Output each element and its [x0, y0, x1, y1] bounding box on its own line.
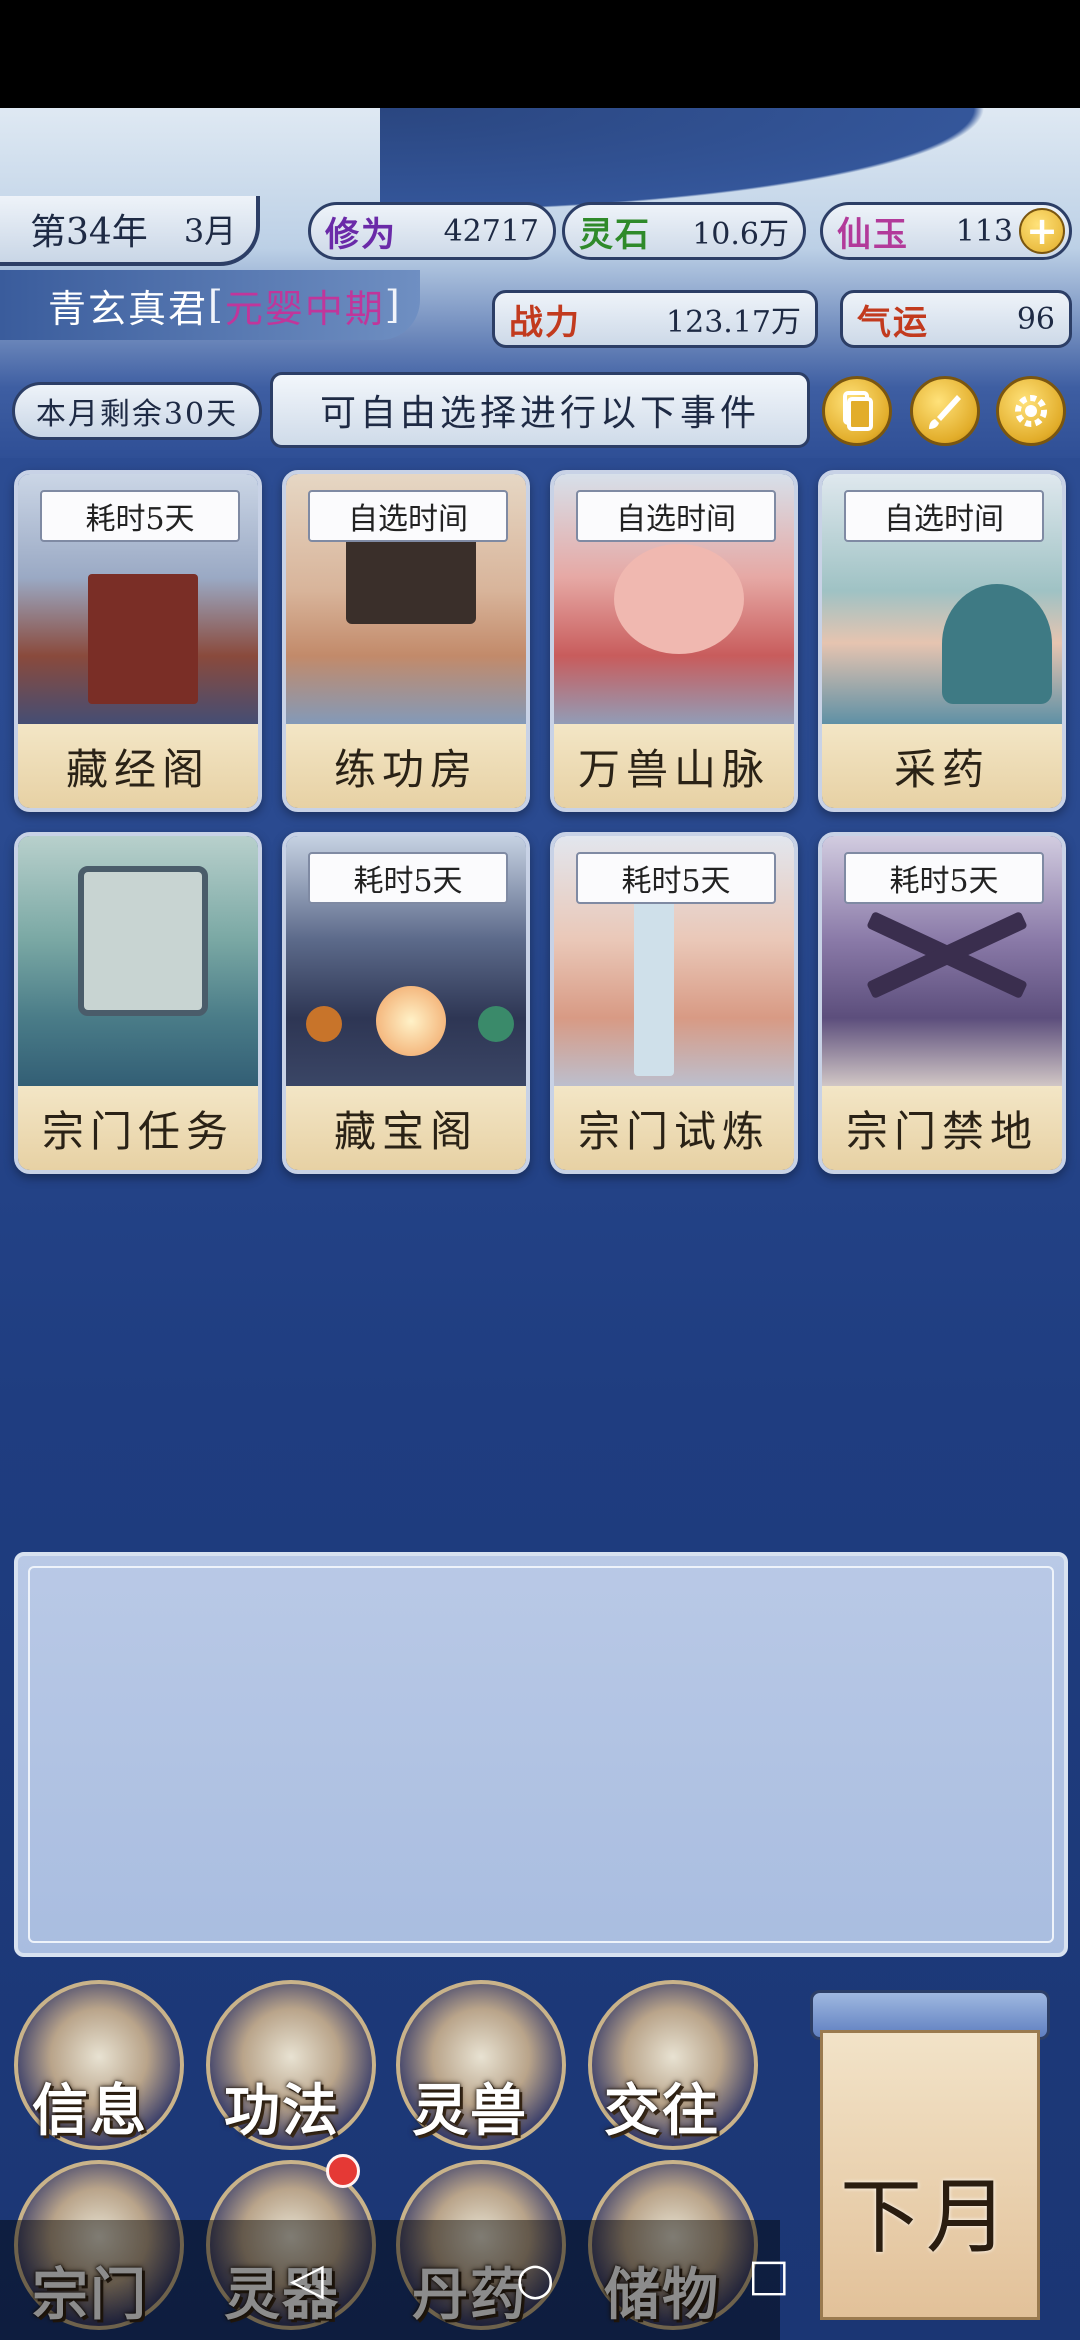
- event-title: 宗门试炼: [554, 1086, 794, 1170]
- brush-icon[interactable]: [910, 376, 980, 446]
- power-label: 战力: [509, 302, 581, 343]
- event-title: 藏宝阁: [286, 1086, 526, 1170]
- event-tag: 自选时间: [308, 490, 508, 542]
- event-card-treasure-pavilion[interactable]: 耗时5天 藏宝阁: [282, 832, 530, 1174]
- jade-value: 113: [955, 213, 1013, 249]
- home-icon[interactable]: ○: [516, 2254, 554, 2305]
- player-name: 青玄真君: [48, 286, 209, 331]
- event-card-sect-trial[interactable]: 耗时5天 宗门试炼: [550, 832, 798, 1174]
- luck-label: 气运: [857, 302, 929, 343]
- menu-social-label: 交往: [604, 2078, 720, 2144]
- event-card-forbidden-land[interactable]: 耗时5天 宗门禁地: [818, 832, 1066, 1174]
- event-tag: 自选时间: [576, 490, 776, 542]
- event-title: 练功房: [286, 724, 526, 808]
- next-month-button[interactable]: 下月: [790, 1990, 1080, 2340]
- cards-icon[interactable]: [822, 376, 892, 446]
- event-title: 宗门任务: [18, 1086, 258, 1170]
- jade-pill: 仙玉 113 +: [820, 202, 1072, 260]
- event-tag: 耗时5天: [308, 852, 508, 904]
- menu-info-label: 信息: [32, 2078, 148, 2144]
- realm-bracket-open: [: [208, 283, 225, 327]
- realm-text: 元婴中期: [224, 286, 385, 331]
- spirit-stone-pill: 灵石 10.6万: [562, 202, 806, 260]
- realm-bracket-close: ]: [384, 283, 402, 327]
- event-hint-banner: 可自由选择进行以下事件: [270, 372, 810, 448]
- event-card-library[interactable]: 耗时5天 藏经阁: [14, 470, 262, 812]
- event-title: 万兽山脉: [554, 724, 794, 808]
- sect-tasks-art: [18, 836, 258, 1096]
- back-icon[interactable]: ◁: [290, 2254, 324, 2305]
- notification-dot: [326, 2154, 360, 2188]
- power-pill: 战力 123.17万: [492, 290, 818, 348]
- event-card-herb-gathering[interactable]: 自选时间 采药: [818, 470, 1066, 812]
- spirit-stone-label: 灵石: [579, 214, 651, 255]
- event-title: 宗门禁地: [822, 1086, 1062, 1170]
- event-tag: 自选时间: [844, 490, 1044, 542]
- jade-label: 仙玉: [837, 214, 909, 255]
- system-nav-bar: ◁ ○ □: [0, 2220, 790, 2340]
- plus-icon[interactable]: +: [1019, 208, 1065, 254]
- days-remaining: 本月剩余30天: [12, 382, 262, 440]
- event-tag: 耗时5天: [844, 852, 1044, 904]
- luck-value: 96: [1016, 301, 1055, 337]
- event-tag: 耗时5天: [40, 490, 240, 542]
- month-text: 3月: [183, 212, 237, 250]
- cultivation-pill: 修为 42717: [308, 202, 556, 260]
- event-title: 采药: [822, 724, 1062, 808]
- event-tag: 耗时5天: [576, 852, 776, 904]
- menu-techniques-label: 功法: [224, 2078, 340, 2144]
- menu-spirit-beast-label: 灵兽: [412, 2078, 528, 2144]
- next-month-label: 下月: [840, 2170, 1013, 2265]
- power-value: 123.17万: [666, 305, 801, 340]
- message-log: [14, 1552, 1068, 1957]
- event-card-sect-tasks[interactable]: 宗门任务: [14, 832, 262, 1174]
- gear-icon[interactable]: [996, 376, 1066, 446]
- date-display: 第34年 3月: [0, 196, 260, 266]
- event-card-beast-mountains[interactable]: 自选时间 万兽山脉: [550, 470, 798, 812]
- cultivation-label: 修为: [325, 214, 397, 255]
- event-title: 藏经阁: [18, 724, 258, 808]
- year-text: 第34年: [30, 212, 148, 253]
- spirit-stone-value: 10.6万: [692, 217, 789, 252]
- event-card-training-room[interactable]: 自选时间 练功房: [282, 470, 530, 812]
- player-name-bar: 青玄真君 [ 元婴中期 ]: [0, 270, 420, 340]
- status-bar: [0, 0, 1080, 108]
- recents-icon[interactable]: □: [748, 2250, 790, 2301]
- luck-pill: 气运 96: [840, 290, 1072, 348]
- cultivation-value: 42717: [443, 213, 539, 249]
